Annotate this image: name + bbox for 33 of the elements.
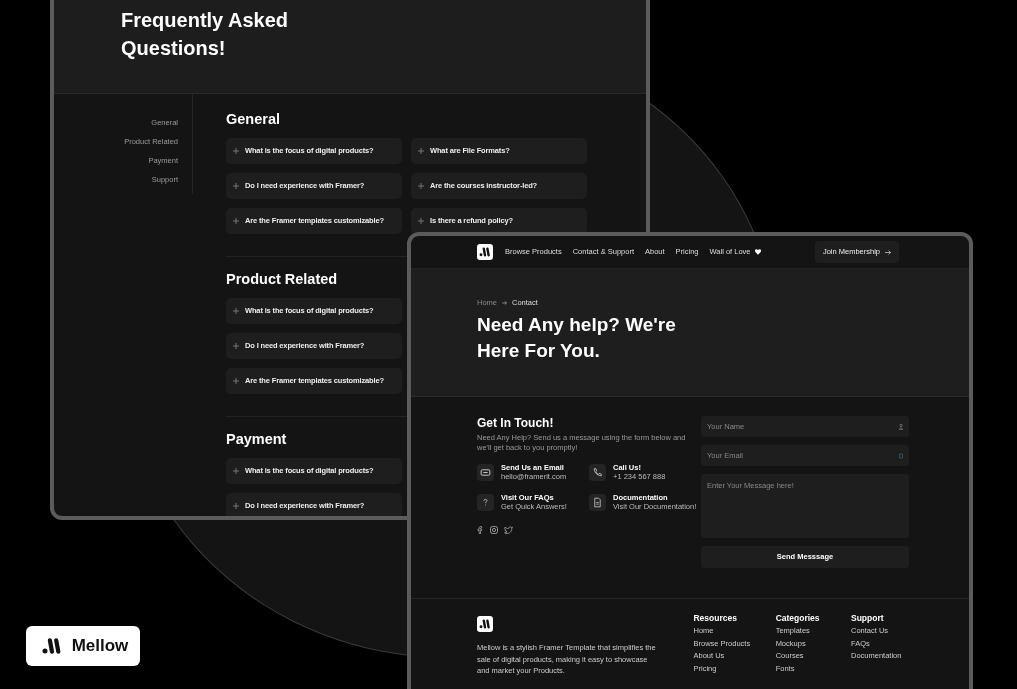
person-icon: [899, 423, 903, 430]
plus-icon: [233, 378, 239, 384]
twitter-icon[interactable]: [504, 526, 513, 535]
plus-icon: [233, 308, 239, 314]
plus-icon: [233, 148, 239, 154]
question-icon: [477, 494, 494, 512]
plus-icon: [418, 218, 424, 224]
plus-icon: [233, 503, 239, 509]
plus-icon: [233, 183, 239, 189]
footer-heading: Categories: [775, 613, 821, 624]
brand-name: Mellow: [71, 635, 129, 658]
plus-icon: [233, 218, 239, 224]
arrow-icon: [885, 249, 891, 255]
document-icon: [589, 494, 606, 512]
facebook-icon[interactable]: [477, 526, 484, 535]
instagram-icon[interactable]: [490, 526, 498, 535]
plus-icon: [233, 468, 239, 474]
plus-icon: [418, 148, 424, 154]
plus-icon: [418, 183, 424, 189]
page-title: Frequently Asked Questions!: [121, 8, 290, 61]
plus-icon: [233, 343, 239, 349]
section-heading: Product Related: [226, 270, 338, 288]
section-heading: General: [226, 110, 280, 128]
page-title: Need Any help? We're Here For You.: [477, 313, 677, 364]
footer-heading: Resources: [693, 613, 738, 624]
logo-icon: [477, 615, 493, 632]
phone-icon: [589, 464, 606, 482]
heart-icon: [754, 249, 761, 255]
footer-heading: Support: [851, 613, 885, 624]
arrow-icon: [502, 300, 507, 305]
section-heading: Get In Touch!: [477, 416, 554, 431]
section-heading: Payment: [226, 430, 287, 448]
logo-icon: [477, 244, 493, 260]
